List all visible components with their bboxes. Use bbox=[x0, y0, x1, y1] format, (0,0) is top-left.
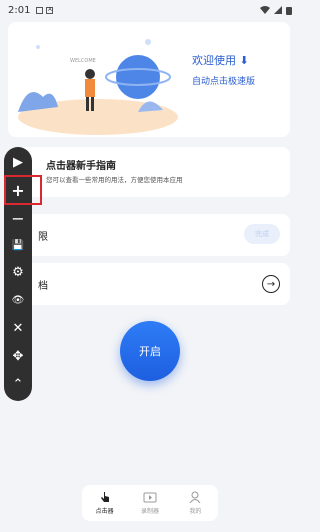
move-icon[interactable]: ✥ bbox=[4, 343, 32, 369]
tab-label: 录制器 bbox=[140, 508, 159, 515]
banner-tag: WELCOME bbox=[70, 58, 96, 64]
permission-done-button[interactable]: 完成 bbox=[244, 224, 280, 244]
tab-recorder[interactable]: 录制器 bbox=[127, 485, 172, 521]
banner-illustration: WELCOME bbox=[18, 39, 178, 135]
wifi-icon bbox=[260, 6, 270, 14]
down-arrow-icon: ⬇ bbox=[239, 54, 249, 67]
video-icon bbox=[143, 492, 157, 503]
signal-icon bbox=[274, 6, 282, 14]
bottom-tab-bar: 点击器 录制器 我的 bbox=[82, 485, 218, 521]
eye-icon[interactable]: 👁 bbox=[4, 287, 32, 313]
close-icon[interactable]: ✕ bbox=[4, 315, 32, 341]
chevron-up-icon[interactable]: ⌃ bbox=[4, 371, 32, 397]
play-icon[interactable]: ▶ bbox=[4, 149, 32, 175]
tap-icon bbox=[100, 492, 109, 502]
notification-icon-2: A bbox=[46, 6, 54, 14]
banner-subtitle: 自动点击极速版 bbox=[192, 77, 256, 87]
banner-welcome: 欢迎使用 ⬇ bbox=[192, 54, 249, 67]
tab-label: 点击器 bbox=[95, 508, 114, 515]
selection-highlight bbox=[4, 175, 42, 205]
profile-icon bbox=[189, 491, 201, 503]
status-bar: 2:01 A bbox=[0, 0, 300, 20]
permission-label: 限 bbox=[38, 232, 48, 243]
tab-clicker[interactable]: 点击器 bbox=[82, 485, 127, 521]
arrow-right-icon[interactable]: → bbox=[262, 275, 280, 293]
start-button[interactable]: 开启 bbox=[120, 321, 180, 381]
document-card[interactable]: 档 → bbox=[8, 263, 290, 305]
welcome-banner: WELCOME 欢迎使用 ⬇ 自动点击极速版 bbox=[8, 22, 290, 137]
tab-profile[interactable]: 我的 bbox=[173, 485, 218, 521]
guide-card[interactable]: 点击器新手指南 您可以查看一些常用的用法，方便您使用本应用 bbox=[8, 147, 290, 197]
guide-description: 您可以查看一些常用的用法，方便您使用本应用 bbox=[46, 176, 183, 184]
tab-label: 我的 bbox=[189, 508, 202, 515]
gear-icon[interactable]: ⚙ bbox=[4, 259, 32, 285]
status-time: 2:01 bbox=[8, 4, 31, 16]
notification-icon bbox=[36, 6, 44, 14]
document-label: 档 bbox=[38, 281, 48, 292]
save-icon[interactable]: 💾 bbox=[4, 232, 32, 258]
guide-title: 点击器新手指南 bbox=[46, 161, 116, 172]
permission-card: 限 完成 bbox=[8, 214, 290, 256]
battery-icon bbox=[286, 6, 292, 15]
minus-icon[interactable]: − bbox=[4, 205, 32, 231]
